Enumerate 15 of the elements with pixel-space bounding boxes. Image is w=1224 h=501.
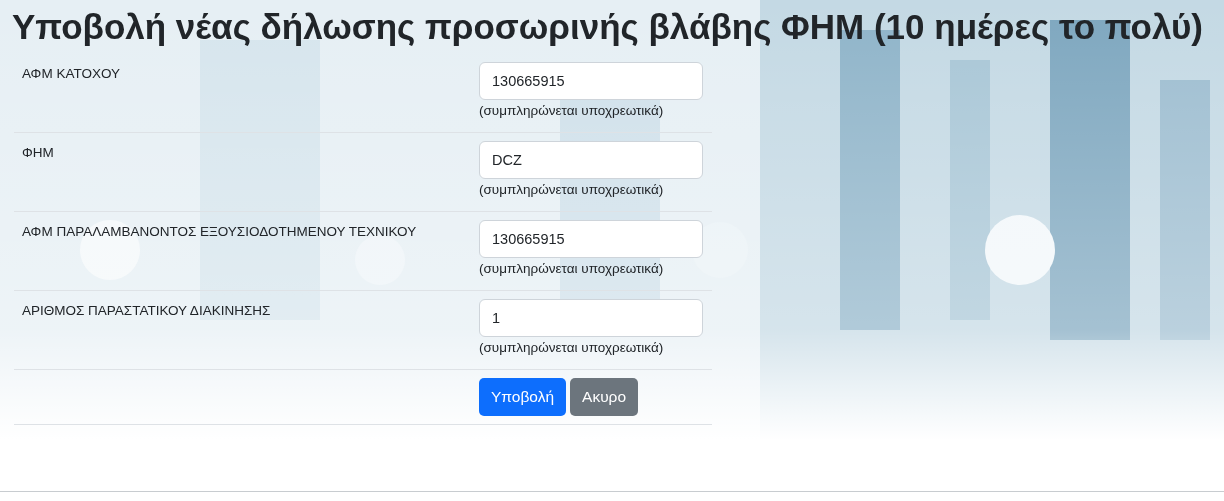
input-field[interactable]: 130665915 bbox=[479, 62, 703, 100]
input-field[interactable]: 130665915 bbox=[479, 220, 703, 258]
field-hint: (συμπληρώνεται υποχρεωτικά) bbox=[479, 340, 665, 355]
page-title: Υποβολή νέας δήλωσης προσωρινής βλάβης ΦΗΜ (10 ημέρες το πολύ) bbox=[12, 6, 1204, 48]
input-field[interactable]: DCZ bbox=[479, 141, 703, 179]
field-hint: (συμπληρώνεται υποχρεωτικά) bbox=[479, 103, 665, 118]
input-field[interactable]: 1 bbox=[479, 299, 703, 337]
cancel-button[interactable]: Ακυρο bbox=[570, 378, 639, 416]
field-label: ΑΦΜ ΠΑΡΑΛΑΜΒΑΝΟΝΤΟΣ ΕΞΟΥΣΙΟΔΟΤΗΜΕΝΟΥ ΤΕΧΝΙΚΟΥ bbox=[21, 223, 418, 241]
field-label: ΑΡΙΘΜΟΣ ΠΑΡΑΣΤΑΤΙΚΟΥ ΔΙΑΚΙΝΗΣΗΣ bbox=[21, 302, 272, 320]
field-hint: (συμπληρώνεται υποχρεωτικά) bbox=[479, 261, 665, 276]
field-label: ΑΦΜ ΚΑΤΟΧΟΥ bbox=[21, 65, 121, 83]
field-hint: (συμπληρώνεται υποχρεωτικά) bbox=[479, 182, 665, 197]
field-label: ΦΗΜ bbox=[21, 144, 55, 162]
submit-button[interactable]: Υποβολή bbox=[479, 378, 567, 416]
